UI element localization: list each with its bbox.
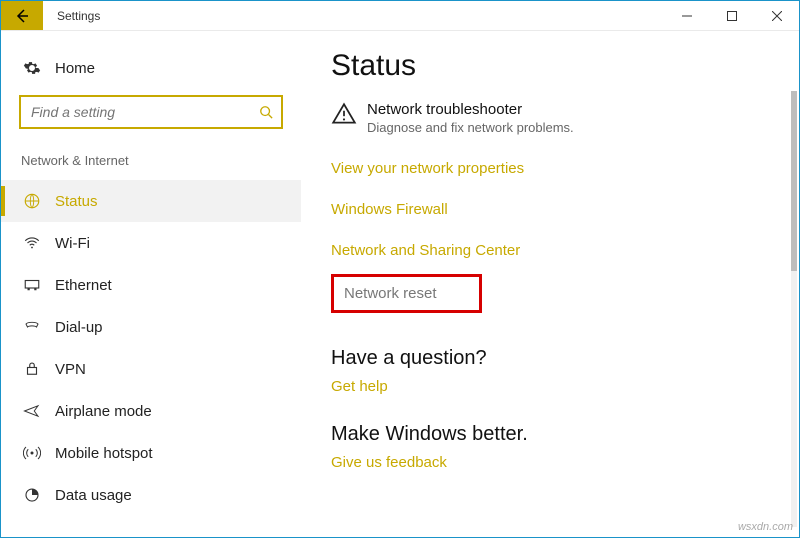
settings-window: Settings Home — [0, 0, 800, 538]
arrow-left-icon — [14, 8, 30, 24]
status-icon — [21, 192, 43, 210]
sidebar-item-wifi[interactable]: Wi-Fi — [1, 222, 301, 264]
sidebar-item-label: Data usage — [55, 487, 132, 504]
sidebar-home-label: Home — [55, 60, 95, 77]
sidebar-item-label: Airplane mode — [55, 403, 152, 420]
minimize-icon — [682, 11, 692, 21]
sidebar-item-airplane[interactable]: Airplane mode — [1, 390, 301, 432]
airplane-icon — [21, 402, 43, 420]
titlebar: Settings — [1, 1, 799, 31]
sidebar-nav: Status Wi-Fi Ethernet — [1, 180, 301, 516]
troubleshooter-row[interactable]: Network troubleshooter Diagnose and fix … — [331, 101, 769, 135]
hotspot-icon — [21, 444, 43, 462]
datausage-icon — [21, 486, 43, 504]
body: Home Network & Internet Status — [1, 31, 799, 537]
sidebar-item-label: Dial-up — [55, 319, 103, 336]
link-sharing-center[interactable]: Network and Sharing Center — [331, 243, 520, 258]
link-network-reset[interactable]: Network reset — [331, 274, 482, 313]
wifi-icon — [21, 234, 43, 252]
sidebar-home[interactable]: Home — [1, 49, 301, 87]
search-icon — [259, 105, 273, 119]
sidebar-item-label: Status — [55, 193, 98, 210]
sidebar-item-status[interactable]: Status — [1, 180, 301, 222]
sidebar-item-ethernet[interactable]: Ethernet — [1, 264, 301, 306]
maximize-icon — [727, 11, 737, 21]
watermark: wsxdn.com — [738, 521, 793, 533]
sidebar-group-label: Network & Internet — [1, 147, 301, 174]
sidebar-item-label: Mobile hotspot — [55, 445, 153, 462]
better-heading: Make Windows better. — [331, 423, 769, 446]
gear-icon — [21, 59, 43, 77]
troubleshooter-subtitle: Diagnose and fix network problems. — [367, 120, 574, 135]
sidebar-item-dialup[interactable]: Dial-up — [1, 306, 301, 348]
back-button[interactable] — [1, 1, 43, 30]
vpn-icon — [21, 360, 43, 378]
minimize-button[interactable] — [664, 1, 709, 30]
close-button[interactable] — [754, 1, 799, 30]
maximize-button[interactable] — [709, 1, 754, 30]
close-icon — [772, 11, 782, 21]
sidebar-item-label: VPN — [55, 361, 86, 378]
link-get-help[interactable]: Get help — [331, 378, 388, 395]
ethernet-icon — [21, 276, 43, 294]
sidebar-item-vpn[interactable]: VPN — [1, 348, 301, 390]
scrollbar[interactable] — [791, 91, 797, 527]
search-input[interactable] — [29, 103, 259, 121]
sidebar-item-hotspot[interactable]: Mobile hotspot — [1, 432, 301, 474]
page-title: Status — [331, 49, 769, 83]
sidebar-item-label: Ethernet — [55, 277, 112, 294]
link-feedback[interactable]: Give us feedback — [331, 454, 447, 471]
sidebar: Home Network & Internet Status — [1, 31, 301, 537]
related-links: View your network properties Windows Fir… — [331, 153, 769, 276]
troubleshooter-text: Network troubleshooter Diagnose and fix … — [367, 101, 574, 135]
sidebar-item-datausage[interactable]: Data usage — [1, 474, 301, 516]
scrollbar-thumb[interactable] — [791, 91, 797, 271]
window-title: Settings — [43, 1, 664, 30]
search-box[interactable] — [19, 95, 283, 129]
troubleshooter-title: Network troubleshooter — [367, 101, 574, 118]
link-network-properties[interactable]: View your network properties — [331, 161, 524, 176]
sidebar-item-label: Wi-Fi — [55, 235, 90, 252]
main-content: Status Network troubleshooter Diagnose a… — [301, 31, 799, 537]
link-windows-firewall[interactable]: Windows Firewall — [331, 202, 448, 217]
warning-icon — [331, 101, 359, 127]
question-heading: Have a question? — [331, 347, 769, 370]
dialup-icon — [21, 318, 43, 336]
window-controls — [664, 1, 799, 30]
